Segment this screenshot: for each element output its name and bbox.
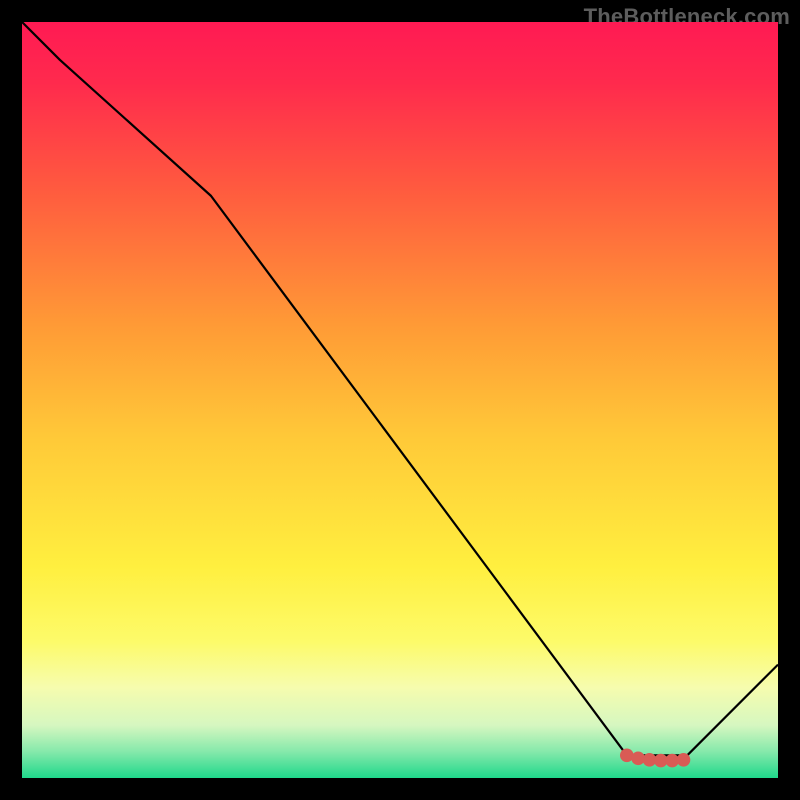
chart-stage: TheBottleneck.com (0, 0, 800, 800)
marker-dot (677, 753, 691, 767)
chart-gradient-background (22, 22, 778, 778)
bottleneck-chart (22, 22, 778, 778)
